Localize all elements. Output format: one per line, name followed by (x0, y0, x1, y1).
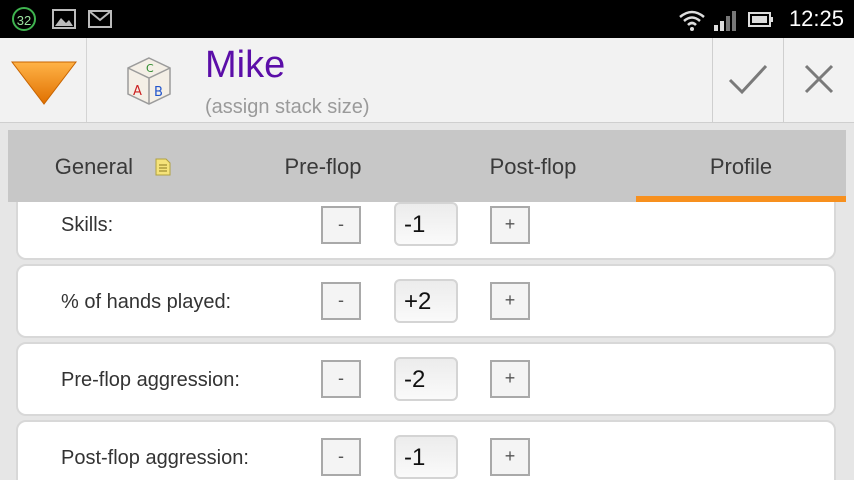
tab-label: Pre-flop (284, 154, 362, 179)
list-item: Skills: - -1 + (16, 202, 836, 260)
tab-label: General (54, 154, 134, 179)
row-label: Skills: (61, 214, 114, 236)
check-icon (728, 64, 768, 95)
increment-button[interactable]: + (490, 206, 530, 244)
confirm-button[interactable] (712, 38, 783, 122)
decrement-button[interactable]: - (321, 360, 361, 398)
tab-label: Profile (709, 154, 773, 179)
tab-pre-flop[interactable]: Pre-flop (218, 130, 428, 202)
action-bar: C A B Mike (assign stack size) (0, 38, 854, 123)
value-field[interactable]: -2 (394, 357, 458, 401)
battery-icon (748, 12, 773, 27)
increment-button[interactable]: + (490, 282, 530, 320)
list-item: % of hands played: - +2 + (16, 264, 836, 338)
mail-icon (88, 10, 112, 28)
decrement-button[interactable]: - (321, 438, 361, 476)
tab-general[interactable]: General (8, 130, 218, 202)
dropdown-menu-icon (10, 61, 78, 105)
value-field[interactable]: -1 (394, 202, 458, 246)
image-icon (52, 9, 76, 29)
close-icon (804, 64, 834, 94)
list-item: Post-flop aggression: - -1 + (16, 420, 836, 480)
cancel-button[interactable] (783, 38, 854, 122)
tab-bar: General Pre-flop Post-flop Profile (8, 130, 846, 202)
increment-button[interactable]: + (490, 360, 530, 398)
notification-count-icon: 32 (12, 7, 36, 31)
list-item: Pre-flop aggression: - -2 + (16, 342, 836, 416)
notes-icon (155, 158, 171, 176)
row-label: % of hands played: (61, 291, 232, 313)
page-title: Mike (205, 44, 286, 86)
decrement-button[interactable]: - (321, 282, 361, 320)
row-label: Post-flop aggression: (61, 447, 249, 469)
abc-blocks-icon: C A B (127, 57, 171, 105)
value-field[interactable]: +2 (394, 279, 458, 323)
dropdown-menu-button[interactable] (0, 38, 87, 122)
svg-text:A: A (133, 84, 142, 99)
wifi-icon (679, 10, 705, 31)
increment-button[interactable]: + (490, 438, 530, 476)
decrement-button[interactable]: - (321, 206, 361, 244)
value-field[interactable]: -1 (394, 435, 458, 479)
clock: 12:25 (788, 6, 844, 31)
row-label: Pre-flop aggression: (61, 369, 240, 391)
signal-icon (714, 11, 736, 31)
svg-text:C: C (146, 62, 154, 75)
page-subtitle: (assign stack size) (205, 96, 370, 118)
svg-text:B: B (154, 85, 163, 100)
status-bar: 32 12:25 (0, 0, 854, 38)
tab-post-flop[interactable]: Post-flop (428, 130, 638, 202)
profile-list[interactable]: Skills: - -1 + % of hands played: - +2 +… (16, 202, 838, 480)
tab-label: Post-flop (489, 154, 577, 179)
tab-profile[interactable]: Profile (636, 130, 846, 202)
